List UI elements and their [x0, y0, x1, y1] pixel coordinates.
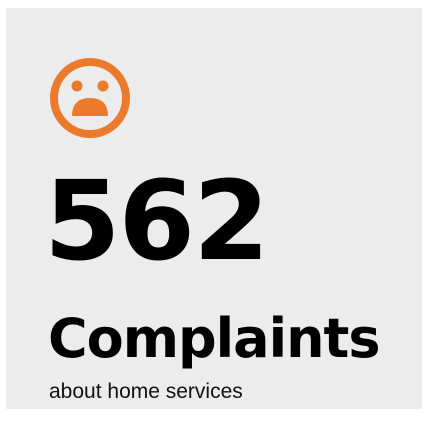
stat-label: Complaints	[48, 307, 381, 370]
stat-sublabel: about home services	[49, 380, 243, 403]
stat-card: 562 Complaints about home services	[6, 8, 422, 409]
stat-value: 562	[44, 157, 270, 285]
sad-face-icon	[48, 56, 132, 140]
